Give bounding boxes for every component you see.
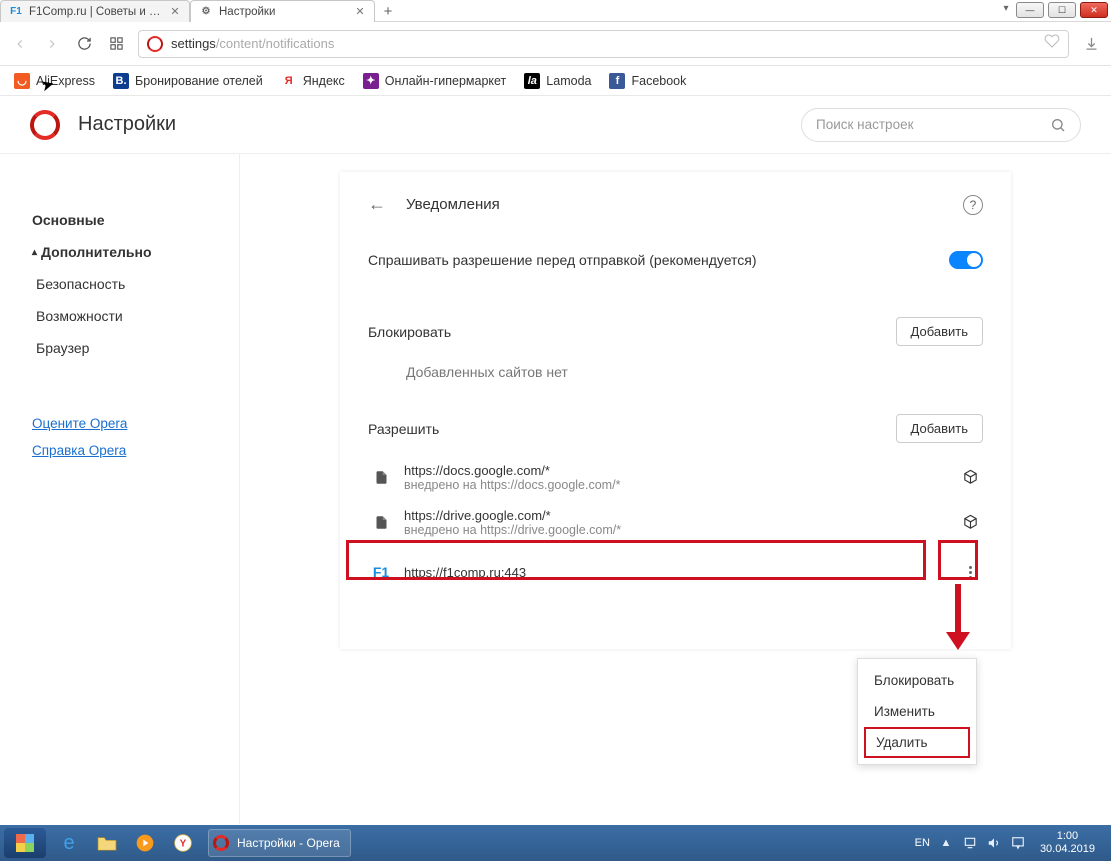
windows-logo-icon <box>16 834 34 852</box>
file-icon <box>372 514 390 532</box>
extension-cube-icon[interactable] <box>961 469 979 487</box>
annotation-kebab-box <box>938 540 978 580</box>
new-tab-button[interactable]: + <box>375 0 401 22</box>
address-text: settings/content/notifications <box>171 36 1036 51</box>
opera-badge-icon <box>147 36 163 52</box>
sidebar-link-rate[interactable]: Оцените Opera <box>32 410 229 437</box>
ctx-edit[interactable]: Изменить <box>858 696 976 727</box>
sidebar-item-features[interactable]: Возможности <box>32 300 229 332</box>
help-icon[interactable]: ? <box>963 195 983 215</box>
bookmark-facebook[interactable]: f Facebook <box>609 73 686 89</box>
svg-text:Y: Y <box>180 838 187 849</box>
file-icon <box>372 469 390 487</box>
bookmark-aliexpress[interactable]: ◡ AliExpress <box>14 73 95 89</box>
back-arrow-icon[interactable]: ← <box>368 194 386 215</box>
bookmark-heart-icon[interactable] <box>1044 33 1060 54</box>
bookmark-yandex[interactable]: Я Яндекс <box>281 73 345 89</box>
sidebar-link-help[interactable]: Справка Opera <box>32 437 229 464</box>
nav-forward-icon[interactable] <box>42 34 62 54</box>
ask-before-label: Спрашивать разрешение перед отправкой (р… <box>368 252 757 268</box>
allow-url-1: https://drive.google.com/* <box>404 508 947 523</box>
reload-icon[interactable] <box>74 34 94 54</box>
bm-label-1: Бронирование отелей <box>135 74 263 88</box>
bookmark-booking[interactable]: B. Бронирование отелей <box>113 73 263 89</box>
tab-settings[interactable]: ⚙ Настройки ✕ <box>190 0 375 22</box>
bm-label-5: Facebook <box>631 74 686 88</box>
lamoda-icon: la <box>524 73 540 89</box>
tab-title-1: Настройки <box>219 6 348 18</box>
taskbar-active-opera[interactable]: Настройки - Opera <box>208 829 351 857</box>
speed-dial-icon[interactable] <box>106 34 126 54</box>
bookmark-hypermarket[interactable]: ✦ Онлайн-гипермаркет <box>363 73 507 89</box>
bookmark-lamoda[interactable]: la Lamoda <box>524 73 591 89</box>
bm-label-2: Яндекс <box>303 74 345 88</box>
ctx-delete[interactable]: Удалить <box>864 727 970 758</box>
sidebar-item-advanced[interactable]: Дополнительно <box>32 236 229 268</box>
download-icon[interactable] <box>1081 34 1101 54</box>
annotation-site-box <box>346 540 926 580</box>
taskbar-yandex-icon[interactable]: Y <box>166 829 200 857</box>
ask-before-toggle[interactable] <box>949 251 983 269</box>
tray-network-icon[interactable] <box>962 835 978 851</box>
close-window-button[interactable]: ✕ <box>1080 2 1108 18</box>
tray-action-icon[interactable] <box>1010 835 1026 851</box>
start-button[interactable] <box>4 828 46 858</box>
aliexpress-icon: ◡ <box>14 73 30 89</box>
tab-title-0: F1Comp.ru | Советы и лайф <box>29 6 163 18</box>
search-placeholder: Поиск настроек <box>816 117 1050 132</box>
hypermarket-icon: ✦ <box>363 73 379 89</box>
nav-back-icon[interactable] <box>10 34 30 54</box>
site-context-menu: Блокировать Изменить Удалить <box>857 658 977 765</box>
bm-label-3: Онлайн-гипермаркет <box>385 74 507 88</box>
bm-label-0: AliExpress <box>36 74 95 88</box>
taskbar-ie-icon[interactable]: e <box>52 829 86 857</box>
block-empty-text: Добавленных сайтов нет <box>368 358 983 392</box>
facebook-icon: f <box>609 73 625 89</box>
annotation-arrow-icon <box>950 584 968 650</box>
search-settings-input[interactable]: Поиск настроек <box>801 108 1081 142</box>
maximize-button[interactable]: ☐ <box>1048 2 1076 18</box>
sidebar-item-main[interactable]: Основные <box>32 204 229 236</box>
opera-icon <box>213 835 229 851</box>
opera-logo-icon <box>30 110 60 140</box>
taskbar-active-label: Настройки - Opera <box>237 836 340 850</box>
tray-flag-icon[interactable]: ▲ <box>938 835 954 851</box>
tab-f1comp[interactable]: F1 F1Comp.ru | Советы и лайф ✕ <box>0 0 190 22</box>
sidebar-item-browser[interactable]: Браузер <box>32 332 229 364</box>
allow-section-title: Разрешить <box>368 421 439 437</box>
page-title: Настройки <box>78 113 801 136</box>
tray-date: 30.04.2019 <box>1040 843 1095 856</box>
tray-time: 1:00 <box>1040 830 1095 843</box>
allow-embed-1: внедрено на https://drive.google.com/* <box>404 523 947 537</box>
allow-url-0: https://docs.google.com/* <box>404 463 947 478</box>
block-section-title: Блокировать <box>368 324 451 340</box>
allow-site-drive[interactable]: https://drive.google.com/* внедрено на h… <box>368 500 983 545</box>
tray-volume-icon[interactable] <box>986 835 1002 851</box>
yandex-icon: Я <box>281 73 297 89</box>
gear-icon: ⚙ <box>199 5 213 19</box>
add-allow-button[interactable]: Добавить <box>896 414 983 443</box>
tab-close-0[interactable]: ✕ <box>169 6 181 18</box>
search-icon <box>1050 117 1066 133</box>
window-menu-icon[interactable]: ▾ <box>996 0 1016 16</box>
allow-site-docs[interactable]: https://docs.google.com/* внедрено на ht… <box>368 455 983 500</box>
sidebar-item-security[interactable]: Безопасность <box>32 268 229 300</box>
add-block-button[interactable]: Добавить <box>896 317 983 346</box>
tray-language[interactable]: EN <box>915 837 930 849</box>
address-bar[interactable]: settings/content/notifications <box>138 30 1069 58</box>
taskbar-explorer-icon[interactable] <box>90 829 124 857</box>
sidebar-advanced-label: Дополнительно <box>41 244 151 260</box>
allow-embed-0: внедрено на https://docs.google.com/* <box>404 478 947 492</box>
panel-title: Уведомления <box>406 196 500 213</box>
tray-clock[interactable]: 1:00 30.04.2019 <box>1034 830 1101 856</box>
minimize-button[interactable]: — <box>1016 2 1044 18</box>
ctx-block[interactable]: Блокировать <box>858 665 976 696</box>
taskbar-media-icon[interactable] <box>128 829 162 857</box>
booking-icon: B. <box>113 73 129 89</box>
extension-cube-icon[interactable] <box>961 514 979 532</box>
bm-label-4: Lamoda <box>546 74 591 88</box>
tab-close-1[interactable]: ✕ <box>354 6 366 18</box>
favicon-f1: F1 <box>9 5 23 19</box>
